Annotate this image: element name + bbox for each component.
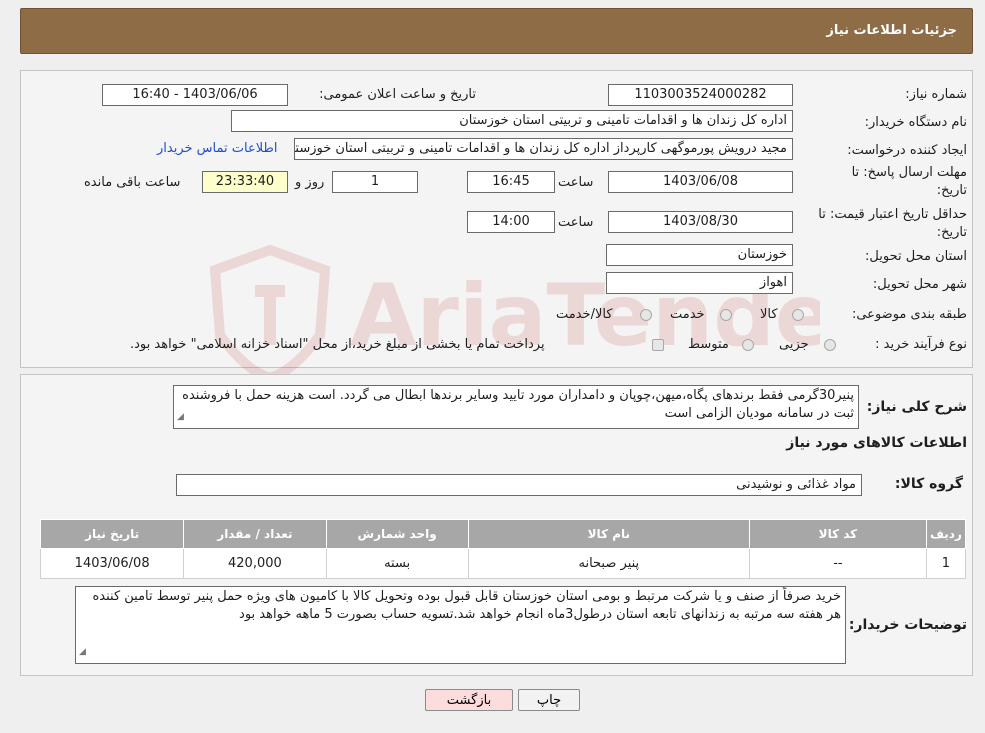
print-button[interactable]: چاپ bbox=[518, 689, 580, 711]
remaining-time-field: 23:33:40 bbox=[202, 171, 288, 193]
description-text: پنیر30گرمی فقط برندهای پگاه،میهن،چوپان و… bbox=[182, 388, 854, 421]
process-minor-label: جزیی bbox=[779, 337, 809, 352]
announce-field: 1403/06/06 - 16:40 bbox=[102, 84, 288, 106]
validity-time-label: ساعت bbox=[558, 215, 594, 230]
category-goods-service-radio[interactable] bbox=[640, 309, 652, 321]
process-treasury-checkbox[interactable] bbox=[652, 339, 664, 351]
goods-table-header-row: تاریخ نیاز تعداد / مقدار واحد شمارش نام … bbox=[39, 519, 967, 549]
description-label: شرح کلی نیاز: bbox=[866, 399, 967, 415]
cell-row-number: 1 bbox=[925, 548, 967, 579]
goods-group-field: مواد غذائی و نوشیدنی bbox=[176, 474, 862, 496]
validity-label-line1: حداقل تاریخ اعتبار قیمت: تا bbox=[818, 207, 967, 222]
cell-goods-code: -- bbox=[748, 548, 927, 579]
deadline-label-line2: تاریخ: bbox=[936, 183, 967, 198]
creator-field: مجید درویش پورموگهی کارپرداز اداره کل زن… bbox=[294, 138, 793, 160]
table-row: 1403/06/08 420,000 بسته پنیر صبحانه -- 1 bbox=[39, 548, 967, 579]
buyer-field: اداره کل زندان ها و اقدامات تامینی و ترب… bbox=[231, 110, 793, 132]
process-medium-radio[interactable] bbox=[742, 339, 754, 351]
deadline-time-label: ساعت bbox=[558, 175, 594, 190]
city-label: شهر محل تحویل: bbox=[872, 277, 967, 292]
province-label: استان محل تحویل: bbox=[865, 249, 967, 264]
buyer-label: نام دستگاه خریدار: bbox=[864, 115, 967, 130]
process-minor-radio[interactable] bbox=[824, 339, 836, 351]
col-row-header: ردیف bbox=[925, 519, 967, 549]
goods-group-label: گروه کالا: bbox=[894, 476, 963, 492]
creator-label: ایجاد کننده درخواست: bbox=[847, 143, 967, 158]
page-header: جزئیات اطلاعات نیاز bbox=[20, 8, 973, 54]
cell-goods-name: پنیر صبحانه bbox=[467, 548, 750, 579]
buyer-contact-link[interactable]: اطلاعات تماس خریدار bbox=[157, 141, 277, 156]
col-need-date-header: تاریخ نیاز bbox=[39, 519, 185, 549]
announce-label: تاریخ و ساعت اعلان عمومی: bbox=[319, 87, 476, 102]
col-quantity-header: تعداد / مقدار bbox=[183, 519, 327, 549]
validity-time-field: 14:00 bbox=[467, 211, 555, 233]
deadline-date-field: 1403/06/08 bbox=[608, 171, 793, 193]
deadline-days-field: 1 bbox=[332, 171, 418, 193]
cell-need-date: 1403/06/08 bbox=[39, 548, 185, 579]
remaining-time-label: ساعت باقی مانده bbox=[84, 175, 181, 190]
process-medium-label: متوسط bbox=[688, 337, 729, 352]
process-label: نوع فرآیند خرید : bbox=[875, 337, 967, 352]
deadline-days-label: روز و bbox=[295, 175, 325, 190]
col-goods-code-header: کد کالا bbox=[748, 519, 927, 549]
category-service-label: خدمت bbox=[670, 307, 705, 322]
category-goods-service-label: کالا/خدمت bbox=[556, 307, 613, 322]
province-field: خوزستان bbox=[606, 244, 793, 266]
process-treasury-note: پرداخت تمام یا بخشی از مبلغ خرید،از محل … bbox=[130, 337, 545, 352]
category-label: طبقه بندی موضوعی: bbox=[851, 307, 967, 322]
description-field: پنیر30گرمی فقط برندهای پگاه،میهن،چوپان و… bbox=[173, 385, 859, 429]
validity-date-field: 1403/08/30 bbox=[608, 211, 793, 233]
deadline-time-field: 16:45 bbox=[467, 171, 555, 193]
need-number-label: شماره نیاز: bbox=[905, 87, 967, 102]
deadline-label-line1: مهلت ارسال پاسخ: تا bbox=[851, 165, 967, 180]
goods-table: تاریخ نیاز تعداد / مقدار واحد شمارش نام … bbox=[39, 519, 967, 579]
watermark-emblem-icon bbox=[209, 244, 331, 380]
cell-unit: بسته bbox=[325, 548, 469, 579]
category-service-radio[interactable] bbox=[720, 309, 732, 321]
category-goods-label: کالا bbox=[760, 307, 778, 322]
resize-grip-icon[interactable]: ◢ bbox=[79, 643, 86, 661]
goods-section-title: اطلاعات کالاهای مورد نیاز bbox=[786, 435, 967, 451]
city-field: اهواز bbox=[606, 272, 793, 294]
back-button[interactable]: بازگشت bbox=[425, 689, 513, 711]
category-goods-radio[interactable] bbox=[792, 309, 804, 321]
buyer-notes-label: توضیحات خریدار: bbox=[848, 617, 967, 633]
page-title: جزئیات اطلاعات نیاز bbox=[826, 23, 957, 38]
cell-quantity: 420,000 bbox=[183, 548, 327, 579]
need-number-field: 1103003524000282 bbox=[608, 84, 793, 106]
resize-grip-icon[interactable]: ◢ bbox=[177, 408, 184, 426]
col-unit-header: واحد شمارش bbox=[325, 519, 469, 549]
validity-label-line2: تاریخ: bbox=[936, 225, 967, 240]
buyer-notes-field: خرید صرفاً از صنف و یا شرکت مرتبط و بومی… bbox=[75, 586, 846, 664]
col-goods-name-header: نام کالا bbox=[467, 519, 750, 549]
buyer-notes-text: خرید صرفاً از صنف و یا شرکت مرتبط و بومی… bbox=[92, 589, 841, 622]
